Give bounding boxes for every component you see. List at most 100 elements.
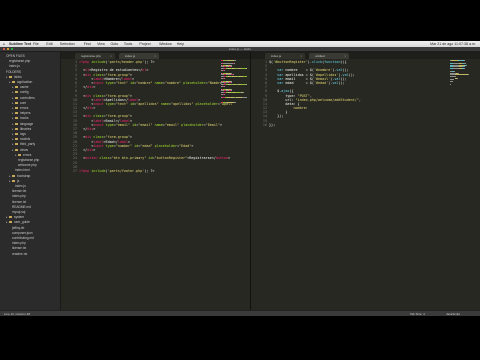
sidebar-item-label: index.php bbox=[12, 194, 26, 199]
sidebar-item-label: registrarse.php bbox=[9, 59, 31, 64]
code-token: "email" bbox=[115, 122, 131, 127]
left-minimap[interactable] bbox=[221, 60, 249, 180]
code-token: "buttonRegister" bbox=[154, 156, 188, 161]
disclosure-triangle-icon[interactable]: ▸ bbox=[12, 127, 14, 131]
disclosure-triangle-icon[interactable]: ▸ bbox=[12, 122, 14, 126]
disclosure-triangle-icon[interactable]: ▸ bbox=[12, 106, 14, 110]
code-token: }); bbox=[269, 114, 284, 119]
disclosure-triangle-icon[interactable]: ▸ bbox=[6, 215, 8, 219]
code-line: <input type="text" id="nombre" name="nom… bbox=[79, 81, 232, 85]
sidebar: OPEN FILES registrarse.php index.js FOLDERS… bbox=[0, 52, 61, 310]
code-token: "email" bbox=[138, 122, 153, 127]
menu-item-help[interactable]: Help bbox=[177, 42, 184, 46]
left-editor-pane[interactable]: registrarse.php × index.js × 1 2 3 4 5 6 7 8 9 10 11 1… bbox=[61, 52, 250, 310]
disclosure-triangle-icon[interactable]: ▸ bbox=[6, 75, 8, 79]
apple-menu-icon[interactable]: ● bbox=[3, 42, 5, 46]
menu-item-file[interactable]: File bbox=[33, 42, 39, 46]
screen: ● Sublime Text File Edit Selection Find View Go… bbox=[0, 41, 480, 316]
left-code[interactable]: <?php include('parts/header.php'); ?> <h… bbox=[79, 60, 232, 173]
folder-icon bbox=[15, 138, 18, 141]
app-menu[interactable]: Sublime Text bbox=[9, 42, 31, 46]
code-token: "nombre" bbox=[164, 80, 182, 85]
minimap-mark bbox=[463, 68, 465, 69]
close-tab-icon[interactable]: × bbox=[300, 54, 302, 58]
code-token: "text" bbox=[115, 80, 129, 85]
folder-icon bbox=[15, 107, 18, 109]
disclosure-triangle-icon[interactable]: ▸ bbox=[9, 174, 11, 178]
sidebar-item-label: js bbox=[17, 178, 20, 183]
code-token: placeholder bbox=[181, 80, 206, 85]
disclosure-triangle-icon[interactable]: ▸ bbox=[12, 101, 14, 105]
code-token: <?php bbox=[79, 168, 92, 173]
code-line: }); bbox=[269, 123, 361, 127]
disclosure-triangle-icon[interactable]: ▸ bbox=[12, 85, 14, 89]
editor-tab[interactable]: index.js × bbox=[119, 53, 159, 59]
tab-label: index.js bbox=[125, 54, 136, 58]
right-editor-pane[interactable]: index.js × untitled × 1 2 3 4 5 6 7 8 9 10 11 12 13 14 15… bbox=[251, 52, 480, 310]
code-line: <input type="email" id="email" name="ema… bbox=[79, 123, 232, 127]
code-token: "number" bbox=[115, 143, 133, 148]
disclosure-triangle-icon[interactable]: ▸ bbox=[12, 90, 14, 94]
sidebar-item-label: contributing.md bbox=[12, 236, 34, 240]
menu-item-edit[interactable]: Edit bbox=[46, 42, 52, 46]
code-token: "nombre" bbox=[136, 80, 153, 85]
menu-item-project[interactable]: Project bbox=[139, 42, 150, 46]
folder-icon bbox=[15, 96, 18, 99]
folder-icon bbox=[15, 101, 18, 104]
menu-item-tools[interactable]: Tools bbox=[124, 42, 132, 46]
right-minimap[interactable] bbox=[450, 60, 478, 180]
menu-item-selection[interactable]: Selection bbox=[60, 42, 75, 46]
minimap-mark bbox=[242, 96, 247, 98]
code-token: > bbox=[146, 68, 149, 73]
disclosure-triangle-icon[interactable]: ▸ bbox=[12, 116, 14, 120]
sidebar-item-label: errors bbox=[20, 106, 29, 110]
right-code[interactable]: $('#buttonRegister').click(function(){ v… bbox=[269, 60, 361, 127]
code-token: name bbox=[158, 101, 169, 106]
sidebar-item-label: views bbox=[20, 147, 28, 152]
code-token: name bbox=[152, 122, 163, 127]
disclosure-triangle-icon[interactable]: ▸ bbox=[9, 179, 11, 183]
code-line: <?php include('parts/footer.php'); ?> bbox=[79, 169, 232, 173]
folder-icon bbox=[9, 75, 12, 78]
code-token: ); ?> bbox=[144, 60, 155, 64]
sidebar-item-label: system bbox=[14, 215, 25, 220]
close-tab-icon[interactable]: × bbox=[110, 54, 112, 58]
code-token: "text" bbox=[115, 101, 129, 106]
code-token: </ bbox=[79, 147, 88, 152]
disclosure-triangle-icon[interactable]: ▸ bbox=[9, 80, 11, 84]
code-token: name bbox=[152, 80, 163, 85]
menu-item-goto[interactable]: Goto bbox=[111, 42, 119, 46]
menu-item-view[interactable]: View bbox=[97, 42, 105, 46]
folder-icon bbox=[9, 216, 12, 219]
code-token: "apellidos" bbox=[170, 101, 194, 106]
editor-tab[interactable]: index.js × bbox=[265, 53, 305, 59]
sidebar-item-label: FOLDERS bbox=[6, 69, 22, 74]
close-tab-icon[interactable]: × bbox=[344, 54, 346, 58]
close-tab-icon[interactable]: × bbox=[154, 54, 156, 58]
disclosure-triangle-icon[interactable]: ▸ bbox=[12, 137, 14, 141]
disclosure-triangle-icon[interactable]: ▸ bbox=[12, 111, 14, 115]
tab-label: registrarse.php bbox=[81, 54, 102, 58]
disclosure-triangle-icon[interactable]: ▸ bbox=[12, 148, 14, 152]
disclosure-triangle-icon[interactable]: ▸ bbox=[6, 220, 8, 224]
sidebar-item-label: index.js bbox=[9, 64, 20, 69]
disclosure-triangle-icon[interactable]: ▸ bbox=[12, 132, 14, 136]
code-token: }); bbox=[269, 122, 276, 127]
code-token: "apellidos" bbox=[136, 101, 159, 106]
menu-item-window[interactable]: Window bbox=[159, 42, 172, 46]
minimap-mark bbox=[450, 80, 453, 82]
sidebar-item-label: models bbox=[20, 137, 31, 142]
code-token: <?php bbox=[79, 60, 92, 64]
disclosure-triangle-icon[interactable]: ▸ bbox=[12, 142, 14, 146]
code-token: function bbox=[324, 60, 341, 64]
editor-tab[interactable]: untitled × bbox=[309, 53, 349, 59]
left-gutter: 1 2 3 4 5 6 7 8 9 10 11 12 13 14 15 16 17 18 19 20 21 22 23 24 2… bbox=[61, 60, 77, 173]
menu-item-find[interactable]: Find bbox=[84, 42, 91, 46]
disclosure-triangle-icon[interactable]: ▸ bbox=[12, 96, 14, 100]
editor-tab[interactable]: registrarse.php × bbox=[75, 53, 115, 59]
folder-icon bbox=[15, 112, 18, 115]
sidebar-item-label: third_party bbox=[20, 142, 36, 147]
sidebar-item-label: license.txt bbox=[12, 246, 27, 251]
disclosure-triangle-icon[interactable]: ▸ bbox=[15, 153, 17, 157]
sidebar-item-label: user_guide bbox=[14, 220, 30, 225]
